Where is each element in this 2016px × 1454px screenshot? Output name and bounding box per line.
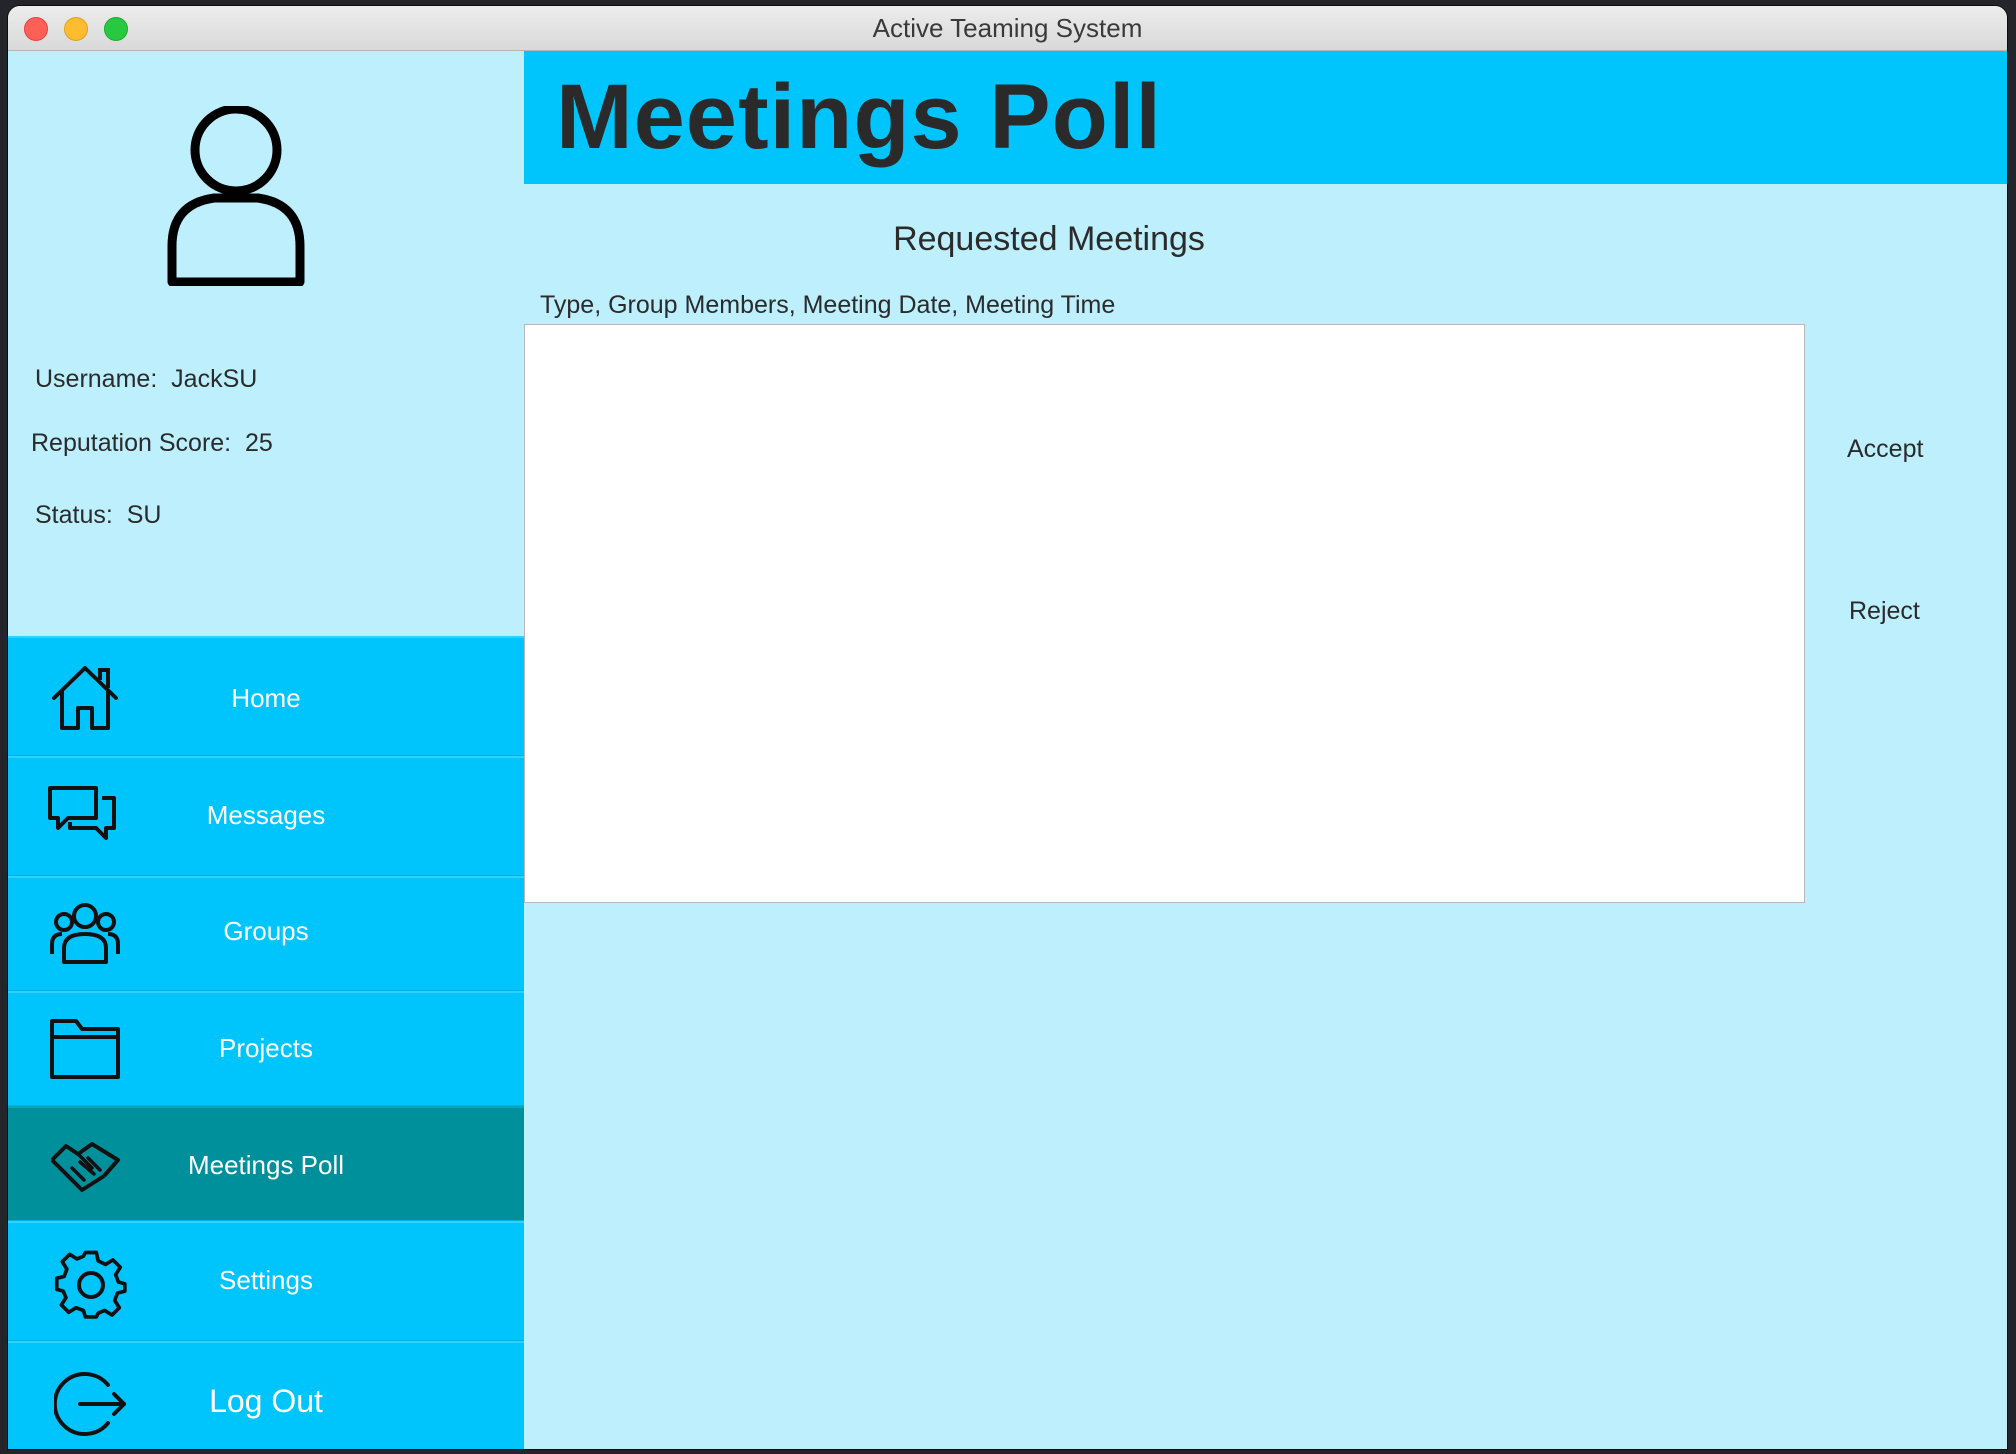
nav-label-projects: Projects bbox=[219, 1033, 313, 1063]
username-row: Username: JackSU bbox=[35, 365, 257, 394]
window-title: Active Teaming System bbox=[872, 13, 1143, 43]
nav-label-home: Home bbox=[231, 683, 301, 713]
nav-item-messages[interactable]: Messages bbox=[8, 756, 524, 876]
reputation-row: Reputation Score: 25 bbox=[31, 429, 273, 458]
main-content: Meetings Poll Requested Meetings Type, G… bbox=[524, 51, 2007, 1449]
nav-item-home[interactable]: Home bbox=[8, 636, 524, 756]
requested-meetings-list[interactable] bbox=[524, 324, 1805, 903]
accept-button[interactable]: Accept bbox=[1847, 435, 1923, 464]
username-value: JackSU bbox=[171, 365, 258, 393]
title-bar[interactable]: Active Teaming System bbox=[8, 6, 2007, 51]
nav-item-groups[interactable]: Groups bbox=[8, 876, 524, 991]
nav-label-meetings-poll: Meetings Poll bbox=[187, 1150, 345, 1180]
reputation-label: Reputation Score: bbox=[31, 429, 232, 457]
status-value: SU bbox=[126, 501, 162, 529]
sidebar: Username: JackSU Reputation Score: 25 St… bbox=[8, 51, 524, 1449]
nav-label-messages: Messages bbox=[206, 800, 326, 830]
nav-item-logout[interactable]: Log Out bbox=[8, 1341, 524, 1449]
nav-label-groups: Groups bbox=[223, 916, 309, 946]
nav-label-logout: Log Out bbox=[209, 1383, 323, 1419]
reputation-value: 25 bbox=[245, 429, 273, 457]
status-label: Status: bbox=[35, 501, 113, 529]
nav-item-settings[interactable]: Settings bbox=[8, 1221, 524, 1341]
desktop: Active Teaming System Username: JackSU R… bbox=[0, 0, 2016, 1454]
username-label: Username: bbox=[35, 365, 158, 393]
reject-button[interactable]: Reject bbox=[1849, 597, 1920, 626]
page-header: Meetings Poll bbox=[524, 51, 2007, 184]
app-window: Active Teaming System Username: JackSU R… bbox=[8, 6, 2007, 1449]
nav-item-meetings-poll[interactable]: Meetings Poll bbox=[8, 1106, 524, 1221]
user-avatar-icon bbox=[167, 106, 305, 286]
nav-label-settings: Settings bbox=[219, 1265, 313, 1295]
requested-meetings-title: Requested Meetings bbox=[893, 220, 1205, 258]
meetings-columns-label: Type, Group Members, Meeting Date, Meeti… bbox=[540, 291, 1116, 319]
status-row: Status: SU bbox=[35, 501, 161, 530]
nav-item-projects[interactable]: Projects bbox=[8, 991, 524, 1106]
page-title: Meetings Poll bbox=[556, 66, 1162, 168]
